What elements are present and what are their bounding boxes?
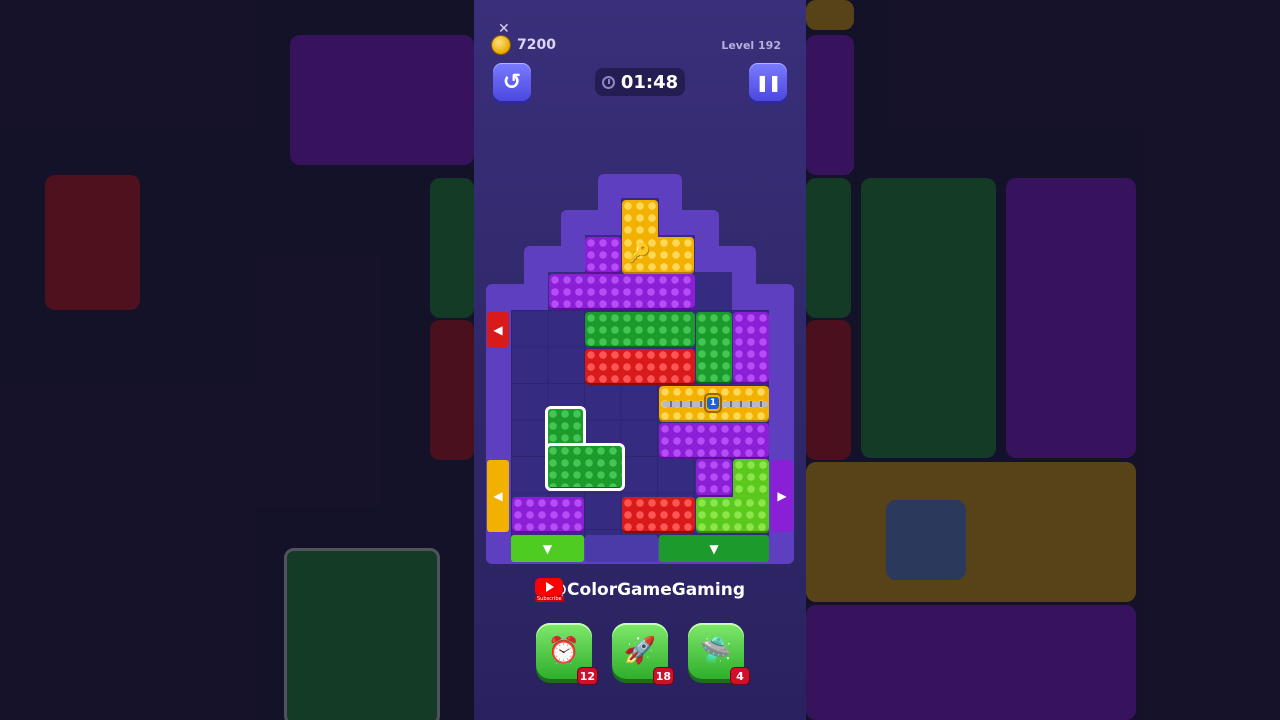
booster-count: 18 [652,667,674,685]
booster-clock-freeze[interactable]: ⏰ 12 [536,623,598,685]
channel-name: @ColorGameGaming [550,580,745,600]
arrow-left-icon: ◀ [493,489,503,503]
booster-count: 12 [576,667,598,685]
bg-dim-right [806,0,1280,720]
channel-watermark: Subscribe @ColorGameGaming [535,576,745,604]
youtube-logo [535,578,563,596]
puzzle-board: 🔑 1 ◀ ◀ ▶ ▼ ▼ [474,0,806,720]
empty-exit-slot [585,535,658,562]
rocket-icon: 🚀 [623,636,657,666]
purple-piece-mid[interactable] [659,423,769,459]
bg-dim-left [0,0,474,720]
purple-piece-corner[interactable] [696,459,732,497]
background-right [806,0,1280,720]
purple-piece-top[interactable] [585,237,621,274]
red-piece-bottom[interactable] [622,497,695,533]
lock-count: 1 [707,397,719,409]
booster-ufo[interactable]: 🛸 4 [688,623,750,685]
subscribe-label: Subscribe [535,596,564,602]
booster-count: 4 [730,667,750,685]
arrow-left-icon: ◀ [493,323,503,337]
purple-exit-gate: ▶ [771,460,793,532]
arrow-down-icon: ▼ [542,541,553,556]
purple-piece-bottom[interactable] [512,497,584,533]
alarm-clock-icon: ⏰ [547,636,581,666]
youtube-icon: Subscribe [535,578,564,602]
red-exit-gate: ◀ [487,312,509,348]
game-screen: ✕ 7200 Level 192 ↺ 01:48 ❚❚ 🔑 1 ◀ ◀ ▶ ▼ … [0,0,1280,720]
arrow-down-icon: ▼ [709,541,719,556]
green-piece-vertical[interactable] [696,312,732,384]
selected-green-piece-foot[interactable] [545,443,625,491]
green-piece-bar[interactable] [585,312,695,348]
game-viewport: ✕ 7200 Level 192 ↺ 01:48 ❚❚ 🔑 1 ◀ ◀ ▶ ▼ … [474,0,806,720]
lime-piece-bottom[interactable] [696,497,769,533]
purple-piece-right[interactable] [733,312,769,384]
yellow-exit-gate: ◀ [487,460,509,532]
arrow-right-icon: ▶ [777,489,787,503]
background-left [0,0,474,720]
red-piece-bar[interactable] [585,349,695,385]
ufo-icon: 🛸 [699,636,733,666]
purple-piece-row[interactable] [549,274,695,310]
key-icon: 🔑 [628,243,651,264]
lock-icon: 1 [704,393,722,413]
booster-rocket[interactable]: 🚀 18 [612,623,674,685]
lime-exit-gate: ▼ [511,535,584,562]
green-exit-gate: ▼ [659,535,769,562]
